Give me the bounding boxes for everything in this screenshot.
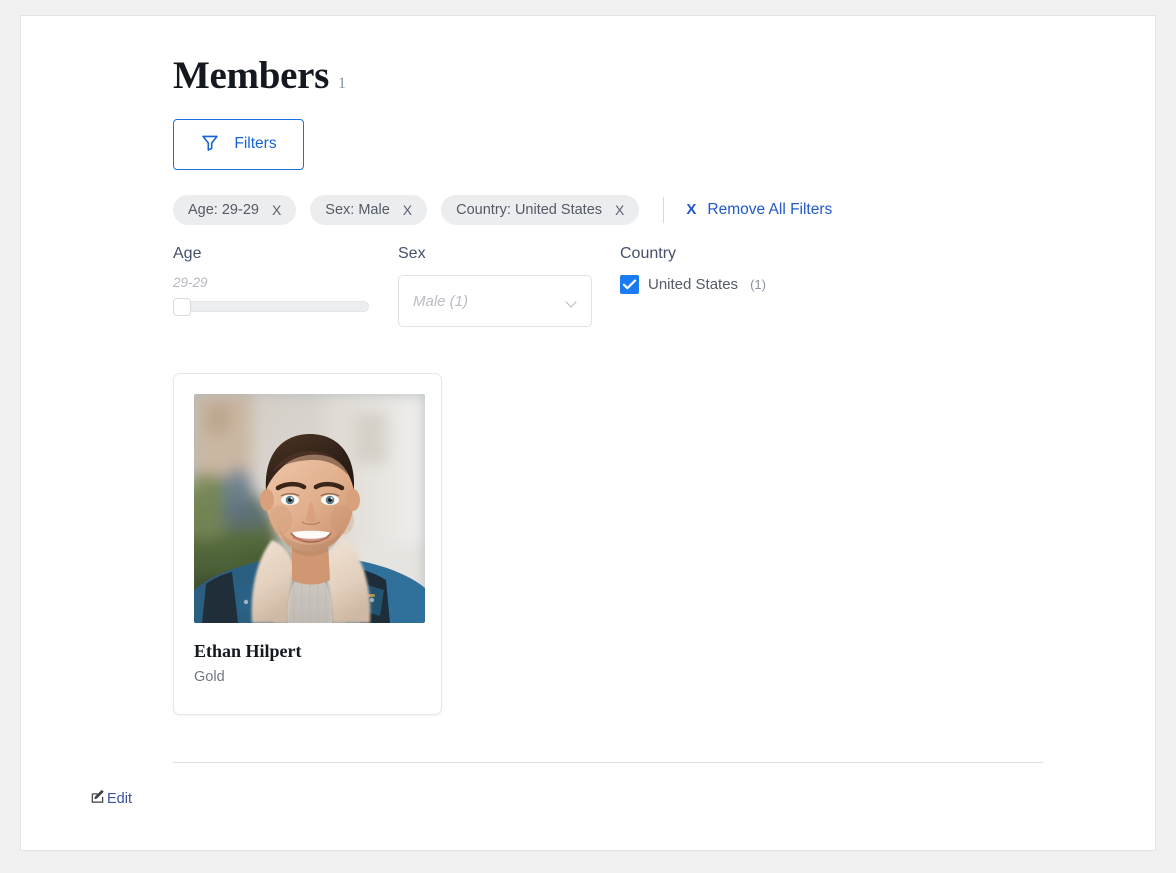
sex-select-value: Male (1) [413, 292, 469, 310]
country-label: Country [620, 244, 677, 262]
close-icon[interactable]: X [272, 202, 281, 218]
divider [663, 196, 665, 223]
remove-all-filters-label: Remove All Filters [707, 200, 833, 218]
member-tier: Gold [194, 668, 225, 685]
member-card[interactable]: Ethan Hilpert Gold [173, 373, 442, 716]
close-icon: X [686, 201, 697, 219]
filter-controls: Age 29-29 Sex Male (1) Country United St… [173, 244, 1093, 328]
age-slider-handle[interactable] [173, 298, 191, 317]
country-option-label: United States [648, 276, 739, 294]
age-slider[interactable] [173, 298, 369, 317]
filter-chip-country-label: Country: United States [456, 201, 603, 218]
checkbox-checked-icon[interactable] [620, 275, 639, 295]
edit-link[interactable]: Edit [91, 789, 132, 809]
filter-group-country: Country United States (1) [620, 244, 880, 295]
filter-chip-age[interactable]: Age: 29-29 X [173, 194, 297, 225]
member-photo [194, 394, 425, 624]
filter-chip-sex[interactable]: Sex: Male X [310, 194, 428, 225]
page-panel: Members 1 Filters Age: 29-29 X Sex: Male… [20, 15, 1156, 851]
active-filters-bar: Age: 29-29 X Sex: Male X Country: United… [173, 194, 1093, 226]
member-count: 1 [338, 75, 346, 92]
filter-chip-country[interactable]: Country: United States X [441, 194, 640, 225]
sex-label: Sex [398, 244, 426, 262]
filter-group-age: Age 29-29 [173, 244, 398, 317]
chevron-down-icon [566, 298, 577, 305]
remove-all-filters-button[interactable]: X Remove All Filters [686, 201, 832, 219]
page-content: Members 1 Filters Age: 29-29 X Sex: Male… [91, 54, 1093, 809]
footer-divider [173, 762, 1043, 764]
filters-button[interactable]: Filters [173, 118, 304, 170]
age-range-value: 29-29 [173, 275, 208, 291]
close-icon[interactable]: X [403, 202, 412, 218]
page-title: Members [173, 54, 329, 97]
filters-button-label: Filters [234, 135, 277, 153]
edit-link-label: Edit [107, 791, 132, 808]
funnel-icon [200, 133, 220, 156]
country-option-united-states[interactable]: United States (1) [620, 275, 880, 295]
sex-select[interactable]: Male (1) [398, 275, 592, 328]
age-slider-track[interactable] [173, 301, 369, 313]
member-name: Ethan Hilpert [194, 641, 302, 662]
page-header: Members 1 [173, 54, 1093, 97]
close-icon[interactable]: X [615, 202, 624, 218]
filter-chip-age-label: Age: 29-29 [188, 201, 259, 218]
filter-chip-sex-label: Sex: Male [325, 201, 390, 218]
filter-group-sex: Sex Male (1) [398, 244, 620, 328]
edit-pencil-square-icon [91, 789, 106, 809]
age-label: Age [173, 244, 202, 262]
member-list: Ethan Hilpert Gold [173, 373, 1093, 716]
country-option-count: (1) [750, 277, 766, 293]
